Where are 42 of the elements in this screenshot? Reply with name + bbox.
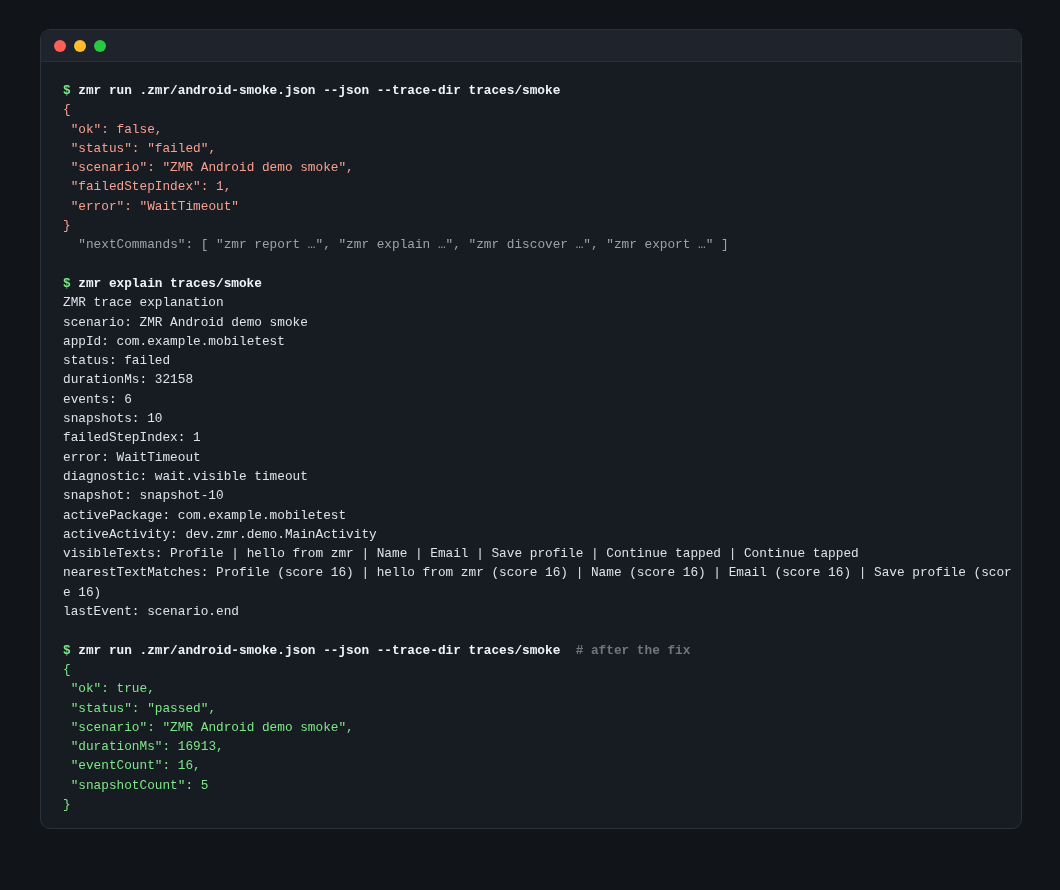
output-line: failedStepIndex: 1 [63,429,201,448]
output-line: "scenario": "ZMR Android demo smoke", [69,718,354,737]
output-line: durationMs: 32158 [63,371,194,390]
output-line: nearestTextMatches: Profile (score 16) | hello from zmr (score 16) | Name (score 16) | Email (score 16) | Save profile (score 16) [63,564,1013,602]
output-line: error: WaitTimeout [63,448,201,467]
output-line: appId: com.example.mobiletest [63,332,285,351]
output-line: activePackage: com.example.mobiletest [63,506,347,525]
output-line: { [63,660,71,679]
output-line: events: 6 [63,390,132,409]
window-control-dot[interactable] [94,39,106,52]
output-line: snapshot: snapshot-10 [63,487,224,506]
comment-text: # after the fix [575,641,691,660]
output-line: scenario: ZMR Android demo smoke [63,313,308,332]
output-line: "error": "WaitTimeout" [69,197,239,216]
output-line: "ok": true, [69,680,155,699]
command-text: zmr run .zmr/android-smoke.json --json --trace-dir traces/smoke [78,641,561,660]
window-control-dot[interactable] [74,39,86,52]
output-line: activeActivity: dev.zmr.demo.MainActivity [63,525,377,544]
output-line: visibleTexts: Profile | hello from zmr | Name | Email | Save profile | Continue tapped | Continue tapped [63,545,859,564]
output-line: snapshots: 10 [63,410,163,429]
prompt-symbol: $ [63,641,71,660]
output-line: "durationMs": 16913, [69,738,224,757]
output-line: diagnostic: wait.visible timeout [63,467,308,486]
window-control-dot[interactable] [54,39,66,52]
output-line: "status": "failed", [69,139,217,158]
output-line: status: failed [63,352,171,371]
output-line: } [63,796,71,814]
output-line: lastEvent: scenario.end [63,603,239,621]
output-line: "failedStepIndex": 1, [69,178,232,197]
prompt-symbol: $ [63,82,71,100]
output-line: { [63,101,71,120]
output-line: "ok": false, [69,120,163,139]
prompt-symbol: $ [63,274,71,293]
output-line: } [63,217,71,236]
command-text: zmr run .zmr/android-smoke.json --json --trace-dir traces/smoke [78,82,561,100]
output-line: "status": "passed", [69,699,217,718]
output-line: "snapshotCount": 5 [69,776,209,795]
output-line: "nextCommands": [ "zmr report …", "zmr explain …", "zmr discover …", "zmr export …" ] [77,236,729,255]
output-line: "eventCount": 16, [69,757,201,776]
command-text: zmr explain traces/smoke [78,274,262,293]
output-line: ZMR trace explanation [63,294,224,313]
output-line: "scenario": "ZMR Android demo smoke", [69,159,354,178]
